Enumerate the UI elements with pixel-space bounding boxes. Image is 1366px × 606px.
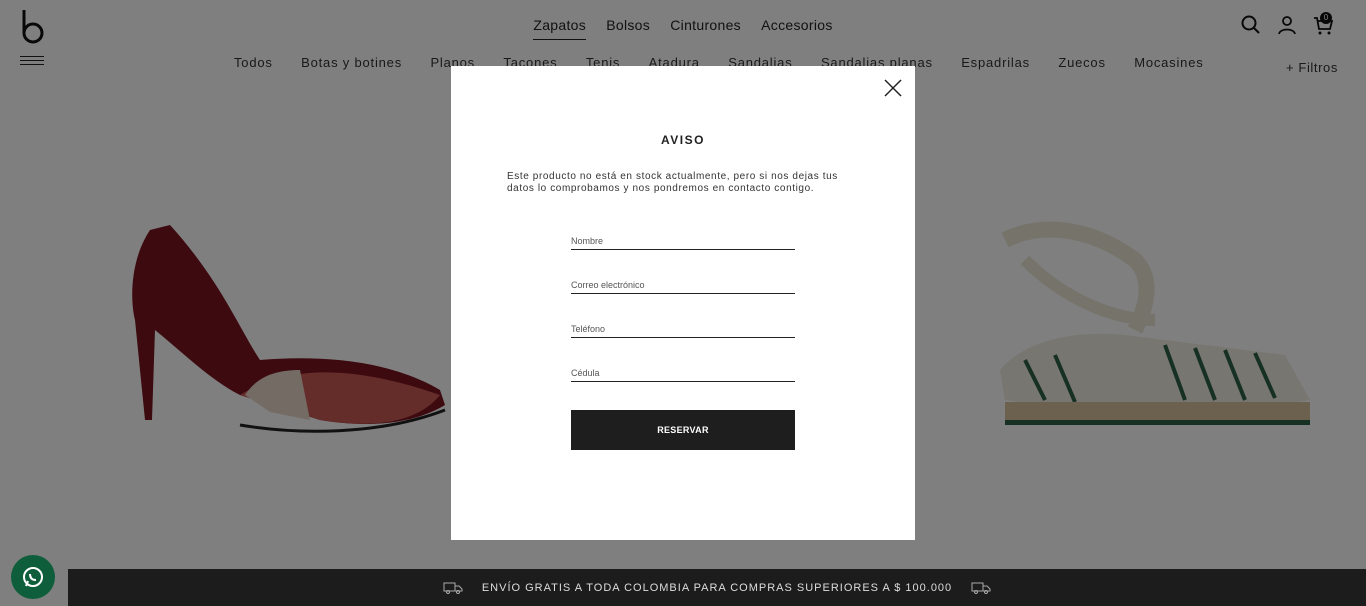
promo-text: ENVÍO GRATIS A TODA COLOMBIA PARA COMPRA… [481,581,953,594]
modal-title: AVISO [661,133,705,147]
email-field[interactable] [571,268,795,294]
close-icon[interactable] [884,79,902,97]
whatsapp-icon [23,567,43,587]
id-number-field[interactable] [571,356,795,382]
truck-icon [443,582,463,594]
whatsapp-button[interactable] [11,555,55,599]
truck-icon [971,582,991,594]
reserve-button[interactable]: RESERVAR [571,410,795,450]
promo-bar: ENVÍO GRATIS A TODA COLOMBIA PARA COMPRA… [68,569,1366,606]
stock-notice-modal: AVISO Este producto no está en stock act… [451,66,915,540]
modal-message: Este producto no está en stock actualmen… [507,171,838,194]
reservation-form: RESERVAR [571,224,795,450]
name-field[interactable] [571,224,795,250]
phone-field[interactable] [571,312,795,338]
